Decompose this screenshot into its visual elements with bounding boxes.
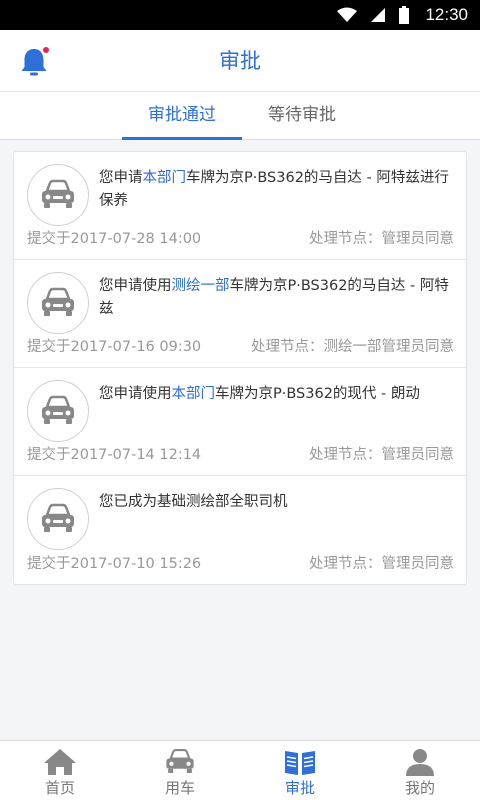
signal-icon bbox=[371, 8, 386, 22]
status-time: 12:30 bbox=[425, 5, 468, 24]
item-message: 您已成为基础测绘部全职司机 bbox=[99, 494, 288, 510]
submitted-time: 提交于2017-07-10 15:26 bbox=[27, 556, 202, 572]
department-link: 本部门 bbox=[171, 386, 216, 402]
tab-approved[interactable]: 审批通过 bbox=[122, 92, 242, 140]
nav-car[interactable]: 用车 bbox=[120, 741, 240, 800]
nav-profile[interactable]: 我的 bbox=[360, 741, 480, 800]
submitted-time: 提交于2017-07-28 14:00 bbox=[27, 231, 202, 247]
item-message: 您申请本部门车牌为京P·BS362的马自达 - 阿特兹进行保养 bbox=[99, 170, 449, 209]
car-avatar bbox=[27, 488, 89, 550]
profile-icon bbox=[406, 749, 434, 776]
list-item[interactable]: 您申请使用测绘一部车牌为京P·BS362的马自达 - 阿特兹 提交于2017-0… bbox=[14, 260, 466, 368]
item-message: 您申请使用本部门车牌为京P·BS362的现代 - 朗动 bbox=[99, 386, 420, 402]
car-avatar bbox=[27, 380, 89, 442]
tab-pending[interactable]: 等待审批 bbox=[242, 92, 362, 140]
car-icon bbox=[42, 179, 74, 208]
page-title: 审批 bbox=[219, 49, 261, 73]
list-item[interactable]: 您申请使用本部门车牌为京P·BS362的现代 - 朗动 提交于2017-07-1… bbox=[14, 368, 466, 476]
car-icon bbox=[42, 395, 74, 424]
department-link: 本部门 bbox=[142, 170, 187, 186]
item-message: 您申请使用测绘一部车牌为京P·BS362的马自达 - 阿特兹 bbox=[99, 278, 449, 317]
process-node: 处理节点：管理员同意 bbox=[309, 231, 454, 247]
nav-approval[interactable]: 审批 bbox=[240, 741, 360, 800]
app-header: 审批 bbox=[0, 30, 480, 92]
submitted-time: 提交于2017-07-16 09:30 bbox=[27, 339, 202, 355]
process-node: 处理节点：管理员同意 bbox=[309, 447, 454, 463]
list-item[interactable]: 您申请本部门车牌为京P·BS362的马自达 - 阿特兹进行保养 提交于2017-… bbox=[14, 152, 466, 260]
list-item[interactable]: 您已成为基础测绘部全职司机 提交于2017-07-10 15:26 处理节点：管… bbox=[14, 476, 466, 584]
wifi-icon bbox=[337, 7, 358, 22]
car-icon bbox=[42, 287, 74, 316]
process-node: 处理节点：测绘一部管理员同意 bbox=[251, 339, 454, 355]
tab-bar: 审批通过 等待审批 bbox=[0, 92, 480, 140]
home-icon bbox=[44, 749, 76, 775]
car-icon bbox=[166, 749, 194, 774]
approval-list: 您申请本部门车牌为京P·BS362的马自达 - 阿特兹进行保养 提交于2017-… bbox=[13, 151, 467, 585]
process-node: 处理节点：管理员同意 bbox=[309, 556, 454, 572]
nav-label: 审批 bbox=[284, 779, 315, 797]
department-link: 测绘一部 bbox=[171, 278, 230, 294]
nav-label: 首页 bbox=[44, 779, 75, 797]
car-avatar bbox=[27, 272, 89, 334]
approval-book-icon bbox=[285, 751, 315, 775]
nav-label: 我的 bbox=[404, 779, 435, 797]
car-avatar bbox=[27, 164, 89, 226]
car-icon bbox=[42, 503, 74, 532]
submitted-time: 提交于2017-07-14 12:14 bbox=[27, 447, 202, 463]
nav-label: 用车 bbox=[164, 779, 195, 797]
nav-home[interactable]: 首页 bbox=[0, 741, 120, 800]
status-bar: 12:30 bbox=[0, 0, 480, 30]
bottom-nav: 首页 用车 审批 我的 bbox=[0, 740, 480, 800]
battery-icon bbox=[399, 6, 410, 24]
